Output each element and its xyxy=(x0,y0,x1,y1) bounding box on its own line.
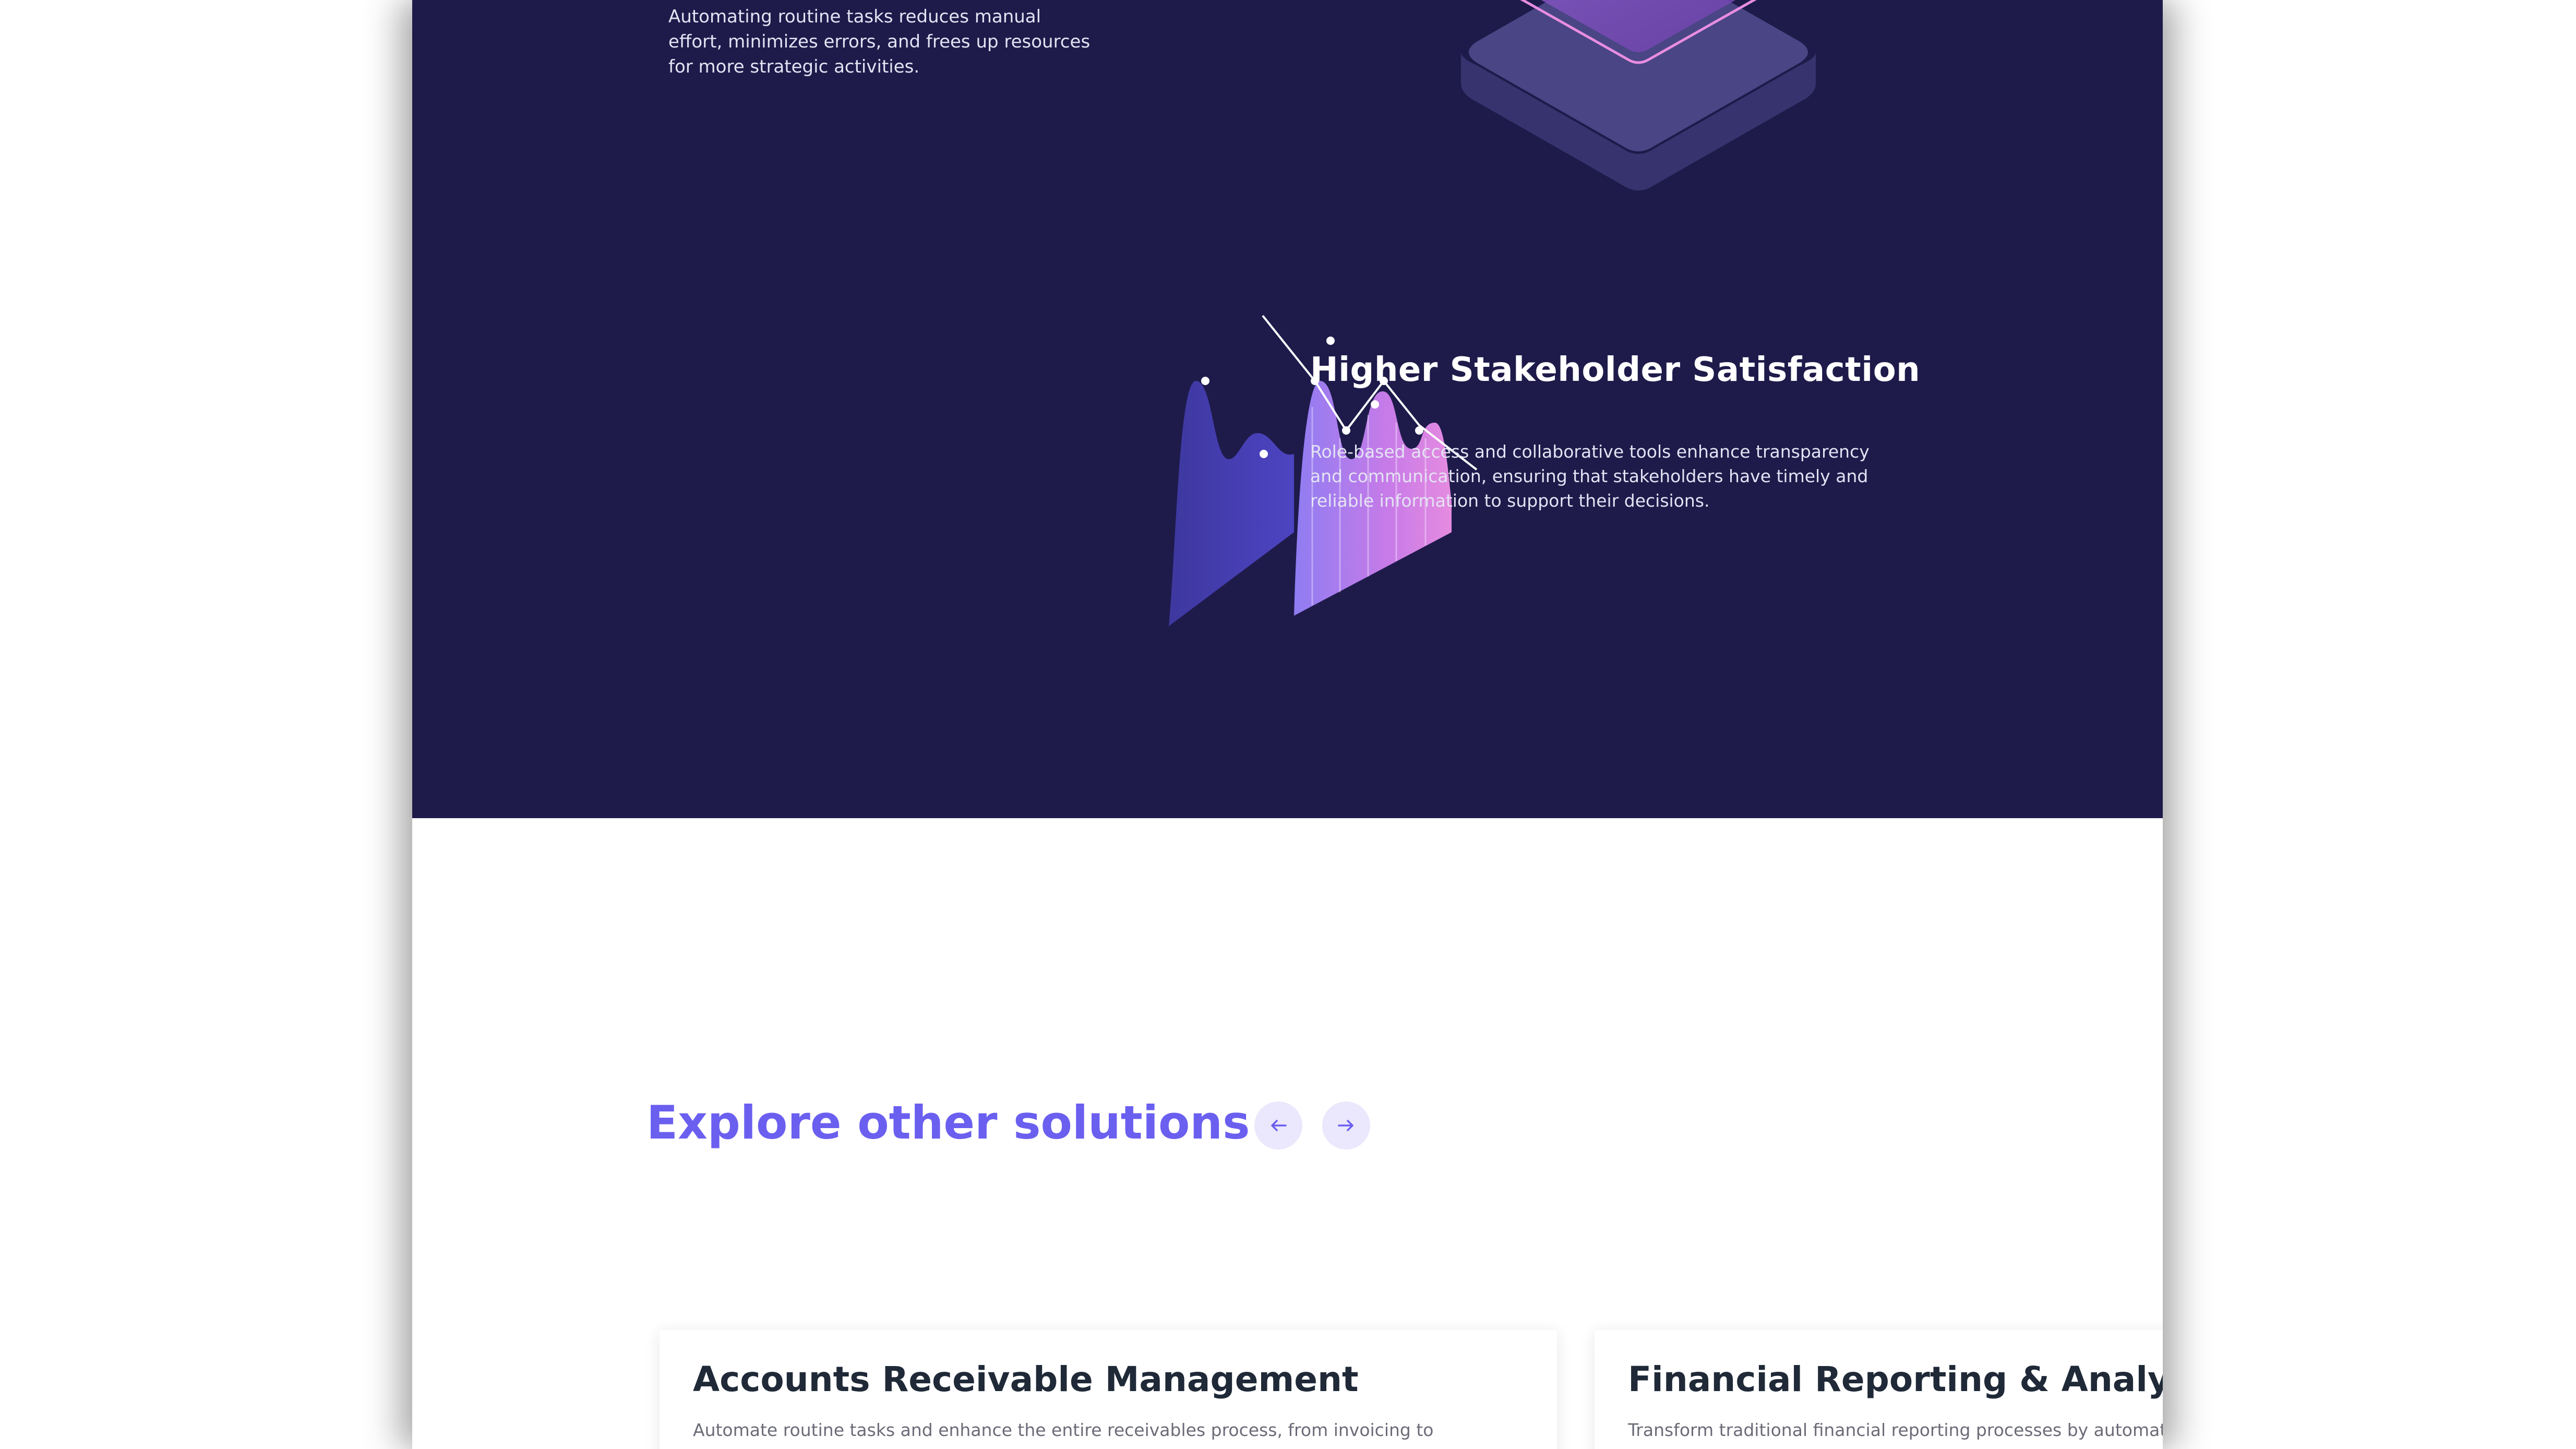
page: Automating routine tasks reduces manual … xyxy=(412,0,2163,1449)
solution-card-accounts-receivable[interactable]: Accounts Receivable Management Automate … xyxy=(660,1330,1557,1449)
browser-viewport: Automating routine tasks reduces manual … xyxy=(0,0,2576,1449)
benefits-section: Automating routine tasks reduces manual … xyxy=(412,0,2163,818)
arrow-left-icon xyxy=(1271,1120,1287,1131)
solution-card-title: Accounts Receivable Management xyxy=(693,1359,1359,1399)
feature-title: Higher Stakeholder Satisfaction xyxy=(1310,351,1921,389)
carousel-next-button[interactable] xyxy=(1322,1101,1370,1149)
benefit-description: Automating routine tasks reduces manual … xyxy=(668,6,1091,77)
solutions-title: Explore other solutions xyxy=(646,1096,1250,1149)
carousel-prev-button[interactable] xyxy=(1254,1101,1302,1149)
solution-card-title: Financial Reporting & Analysis xyxy=(1628,1359,2163,1399)
solution-card-financial-reporting[interactable]: Financial Reporting & Analysis Transform… xyxy=(1595,1330,2163,1449)
solution-card-description: Transform traditional financial reportin… xyxy=(1628,1420,2163,1440)
feature-description: Role-based access and collaborative tool… xyxy=(1310,441,1870,511)
arrow-right-icon xyxy=(1338,1120,1353,1131)
solution-card-description: Automate routine tasks and enhance the e… xyxy=(693,1420,1434,1440)
layer-stack-illustration xyxy=(1461,0,1816,190)
